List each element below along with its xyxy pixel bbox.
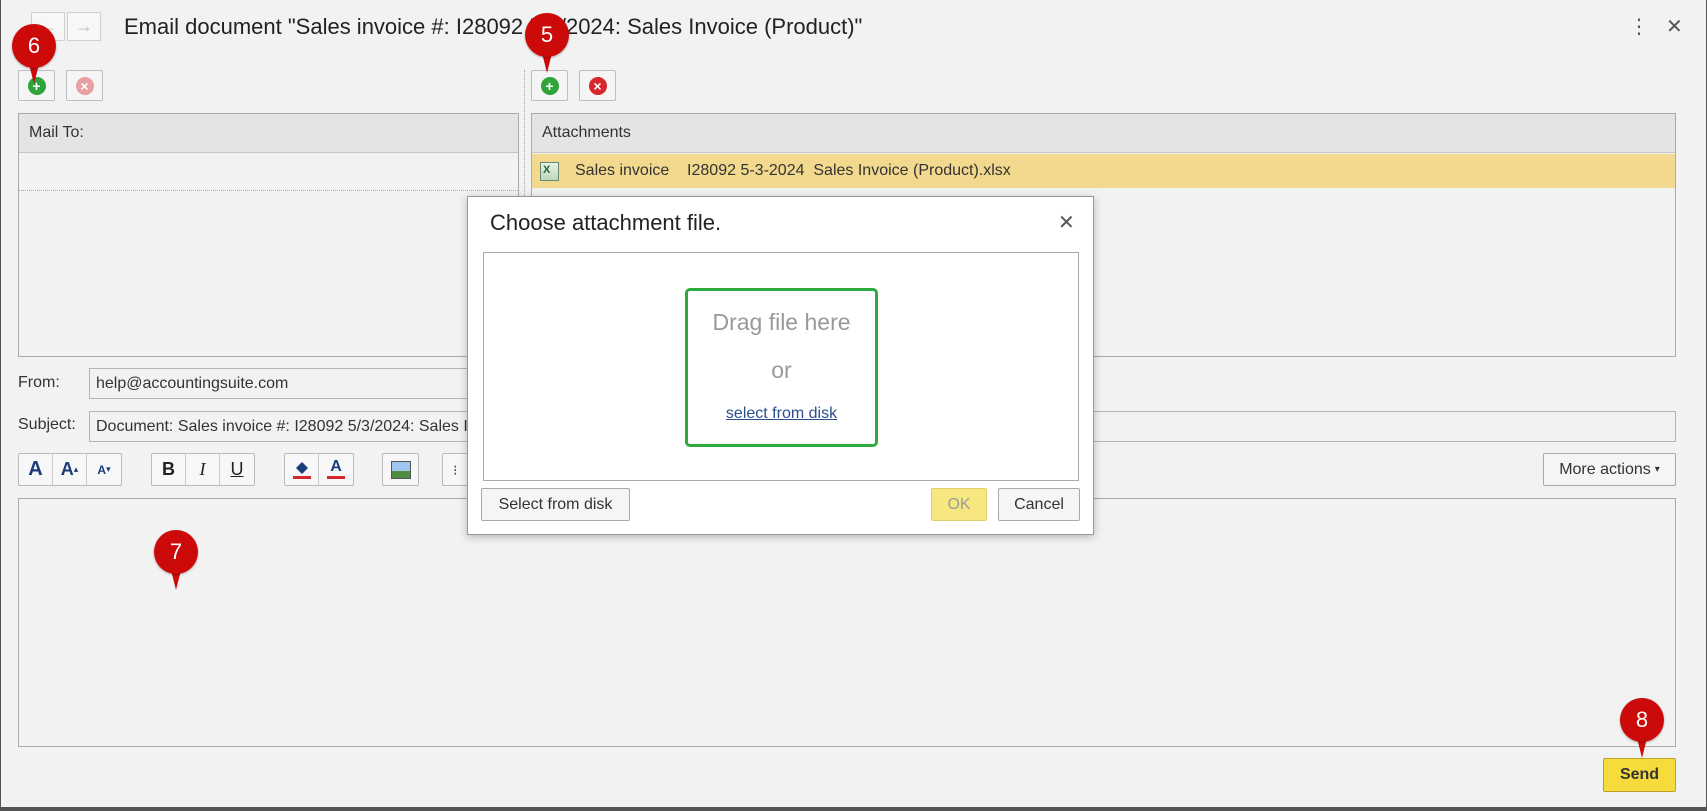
font-increase-button[interactable]: A ▴ [53, 454, 87, 485]
drop-zone[interactable]: Drag file here or select from disk [685, 288, 878, 447]
paint-bucket-icon [292, 461, 311, 479]
x-circle-icon: × [75, 76, 94, 95]
step-marker-6: 6 [12, 24, 56, 84]
from-label: From: [18, 374, 60, 391]
attachments-header: Attachments [532, 114, 1675, 153]
font-color-icon: A [327, 459, 345, 479]
font-decrease-button[interactable]: A ▾ [87, 454, 121, 485]
bold-button[interactable]: B [152, 454, 186, 485]
mail-to-input-row[interactable] [19, 153, 518, 191]
arrow-right-icon: → [75, 16, 93, 36]
background-color-button[interactable] [285, 454, 319, 485]
select-from-disk-link[interactable]: select from disk [688, 405, 875, 423]
remove-attachment-button[interactable]: × [579, 70, 616, 101]
email-document-window: ← → Email document "Sales invoice #: I28… [0, 0, 1707, 811]
insert-image-group [382, 453, 419, 486]
choose-attachment-dialog: Choose attachment file. ✕ Drag file here… [467, 196, 1094, 535]
window-title: Email document "Sales invoice #: I28092 … [124, 14, 863, 39]
step-marker-7: 7 [154, 530, 198, 590]
close-window-icon[interactable]: ✕ [1666, 14, 1683, 39]
add-attachment-button[interactable]: + [531, 70, 568, 101]
font-size-group: A A ▴ A ▾ [18, 453, 122, 486]
text-style-group: B I U [151, 453, 255, 486]
color-group: A [284, 453, 354, 486]
more-menu-icon[interactable]: ⋮ [1629, 14, 1649, 39]
picture-icon [390, 460, 411, 479]
drag-file-text: Drag file here [712, 309, 851, 335]
excel-file-icon: X [540, 161, 559, 181]
insert-picture-button[interactable] [383, 454, 418, 485]
x-circle-icon: × [588, 76, 607, 95]
text-color-button[interactable]: A [319, 454, 353, 485]
step-marker-8: 8 [1620, 698, 1664, 758]
mail-to-header: Mail To: [19, 114, 518, 153]
chevron-down-icon: ▾ [1654, 464, 1660, 475]
message-body-editor[interactable] [18, 498, 1676, 747]
more-actions-button[interactable]: More actions ▾ [1543, 453, 1676, 486]
ok-button[interactable]: OK [931, 488, 987, 521]
forward-button[interactable]: → [67, 12, 101, 41]
plus-circle-icon: + [540, 76, 559, 95]
cancel-button[interactable]: Cancel [998, 488, 1080, 521]
attachment-row[interactable]: X Sales invoice I28092 5-3-2024 Sales In… [532, 154, 1675, 188]
mail-to-panel: Mail To: [18, 113, 519, 357]
step-marker-5: 5 [525, 13, 569, 73]
dialog-title: Choose attachment file. [490, 210, 722, 235]
underline-button[interactable]: U [220, 454, 254, 485]
attachment-name: Sales invoice I28092 5-3-2024 Sales Invo… [575, 162, 1011, 179]
dialog-close-icon[interactable]: ✕ [1058, 210, 1075, 235]
send-button[interactable]: Send [1603, 758, 1676, 792]
from-field[interactable]: help@accountingsuite.com [89, 368, 489, 399]
or-text: or [771, 357, 792, 383]
remove-recipient-button[interactable]: × [66, 70, 103, 101]
font-normal-button[interactable]: A [19, 454, 53, 485]
drop-area: Drag file here or select from disk [483, 252, 1079, 481]
italic-button[interactable]: I [186, 454, 220, 485]
select-from-disk-button[interactable]: Select from disk [481, 488, 630, 521]
bullet-list-icon: ⁝ [453, 461, 458, 478]
subject-label: Subject: [18, 416, 76, 433]
